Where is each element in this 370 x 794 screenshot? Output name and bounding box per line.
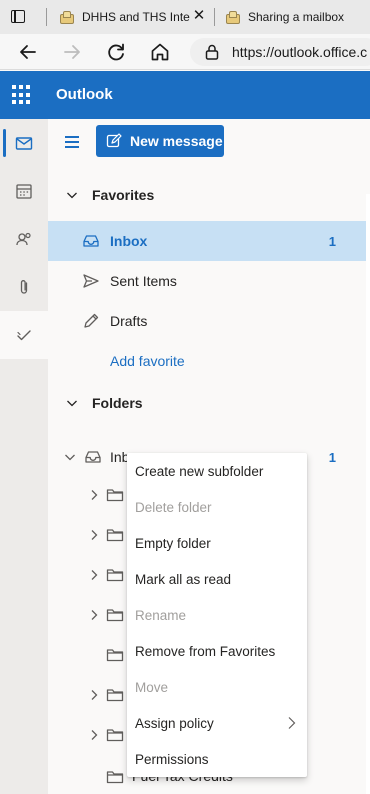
outlook-header: Outlook <box>0 71 370 119</box>
people-icon <box>16 232 31 246</box>
app-launcher-icon[interactable] <box>12 85 32 105</box>
unread-count: 1 <box>328 233 336 249</box>
menu-item-permissions[interactable]: Permissions <box>127 741 307 777</box>
menu-item-label: Remove from Favorites <box>135 643 276 659</box>
inbox-icon <box>83 235 99 247</box>
folder-icon <box>106 609 124 622</box>
new-message-button[interactable]: New message <box>96 125 224 157</box>
chevron-right-icon[interactable] <box>88 689 100 701</box>
app-rail <box>0 119 48 794</box>
address-bar-row: https://outlook.office.c <box>0 34 370 70</box>
menu-item-move: Move <box>127 669 307 705</box>
todo-icon <box>17 330 31 341</box>
menu-item-label: Mark all as read <box>135 571 232 587</box>
url-text: https://outlook.office.c <box>232 44 368 60</box>
mail-icon <box>15 137 33 150</box>
tab-close-icon[interactable]: ✕ <box>192 8 206 23</box>
folder-icon <box>106 569 124 582</box>
folder-context-menu: Create new subfolder Delete folder Empty… <box>127 453 307 777</box>
chevron-right-icon[interactable] <box>88 609 100 621</box>
menu-item-label: Delete folder <box>135 499 212 515</box>
chevron-right-icon[interactable] <box>88 489 100 501</box>
rail-mail[interactable] <box>0 119 48 167</box>
unread-count: 1 <box>328 449 336 465</box>
favorite-item-label: Sent Items <box>110 273 177 289</box>
rail-calendar[interactable] <box>0 167 48 215</box>
forward-icon[interactable] <box>60 40 84 64</box>
chevron-right-icon[interactable] <box>88 569 100 581</box>
browser-tab-strip: DHHS and THS Inte ✕ Sharing a mailbox <box>0 0 370 34</box>
folder-icon <box>106 689 124 702</box>
lock-icon[interactable] <box>202 42 222 62</box>
attachment-icon <box>20 280 28 294</box>
folder-icon <box>106 489 124 502</box>
chevron-down-icon <box>67 400 77 407</box>
url-field[interactable]: https://outlook.office.c <box>190 38 370 66</box>
menu-item-label: Create new subfolder <box>135 463 264 479</box>
tab-separator <box>46 8 47 26</box>
favorite-item-drafts[interactable]: Drafts <box>48 301 366 341</box>
refresh-icon[interactable] <box>104 40 128 64</box>
rail-people[interactable] <box>0 215 48 263</box>
rail-files[interactable] <box>0 263 48 311</box>
chevron-down-icon[interactable] <box>64 451 76 463</box>
favorite-item-label: Drafts <box>110 313 148 329</box>
hamburger-icon[interactable] <box>65 136 79 148</box>
favorite-item-inbox[interactable]: Inbox 1 <box>48 221 366 261</box>
folder-icon <box>106 649 124 662</box>
tab-title: Sharing a mailbox <box>248 10 345 24</box>
browser-tab-sharing[interactable]: Sharing a mailbox <box>224 0 370 34</box>
send-icon <box>83 274 99 288</box>
folder-icon <box>106 771 124 784</box>
menu-item-create-subfolder[interactable]: Create new subfolder <box>127 453 307 489</box>
chevron-right-icon <box>288 717 296 729</box>
tab-separator <box>214 8 215 26</box>
menu-item-assign-policy[interactable]: Assign policy <box>127 705 307 741</box>
compose-icon <box>106 133 122 148</box>
menu-item-mark-all-read[interactable]: Mark all as read <box>127 561 307 597</box>
menu-item-label: Rename <box>135 607 187 623</box>
menu-item-delete-folder: Delete folder <box>127 489 307 525</box>
back-icon[interactable] <box>16 40 40 64</box>
favorites-header[interactable]: Favorites <box>48 175 366 215</box>
reading-pane-edge <box>366 194 370 794</box>
pencil-icon <box>84 313 99 328</box>
folder-icon <box>106 729 124 742</box>
chevron-right-icon[interactable] <box>88 529 100 541</box>
home-icon[interactable] <box>148 40 172 64</box>
menu-item-empty-folder[interactable]: Empty folder <box>127 525 307 561</box>
new-message-label: New message <box>130 133 223 149</box>
tab-title: DHHS and THS Inte <box>82 10 190 24</box>
menu-item-label: Permissions <box>135 751 209 767</box>
menu-item-label: Empty folder <box>135 535 211 551</box>
menu-item-rename: Rename <box>127 597 307 633</box>
rail-todo[interactable] <box>0 311 48 359</box>
menu-item-label: Assign policy <box>135 715 214 731</box>
favorite-item-label: Inbox <box>110 233 148 249</box>
app-title[interactable]: Outlook <box>56 86 113 103</box>
browser-tab-dhhs[interactable]: DHHS and THS Inte ✕ <box>58 0 210 34</box>
add-favorite-label: Add favorite <box>110 353 185 369</box>
menu-item-label: Move <box>135 679 169 695</box>
inbox-icon <box>85 451 101 463</box>
favorite-item-sent[interactable]: Sent Items <box>48 261 366 301</box>
folders-header[interactable]: Folders <box>48 383 366 423</box>
folders-label: Folders <box>92 395 143 411</box>
chevron-down-icon <box>67 192 77 199</box>
tab-actions-icon[interactable] <box>8 7 30 27</box>
menu-item-remove-from-favorites[interactable]: Remove from Favorites <box>127 633 307 669</box>
chevron-right-icon[interactable] <box>88 729 100 741</box>
folder-icon <box>106 529 124 542</box>
calendar-icon <box>16 184 32 199</box>
tab-favicon-icon <box>224 9 240 25</box>
add-favorite-link[interactable]: Add favorite <box>48 341 366 381</box>
favorites-label: Favorites <box>92 187 155 203</box>
tab-favicon-icon <box>58 9 74 25</box>
